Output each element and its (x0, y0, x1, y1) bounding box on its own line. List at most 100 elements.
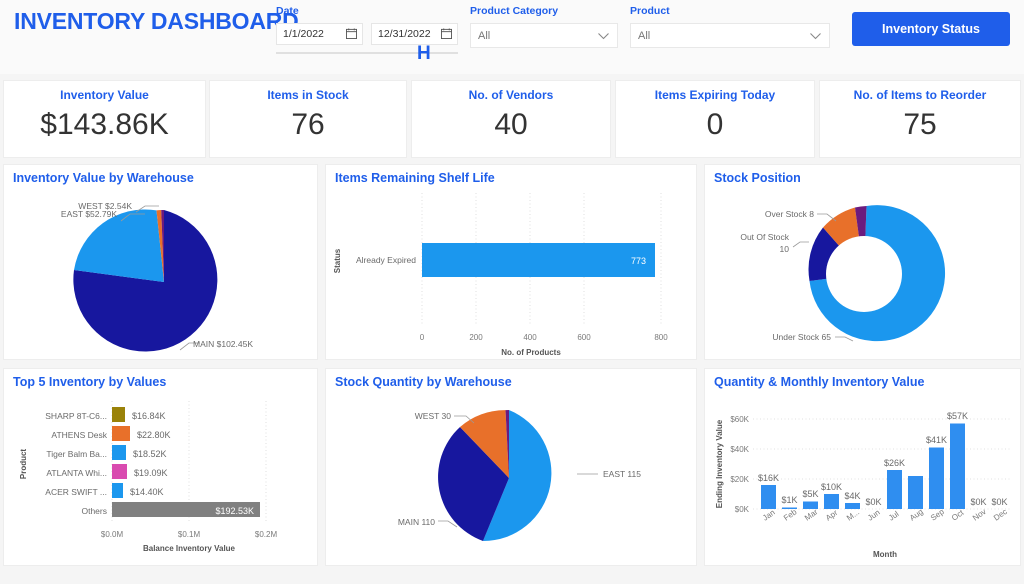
kpi-value: $143.86K (40, 108, 169, 141)
bar-chart-quantity-monthly-inventory-value[interactable]: $0K $20K $40K $60K Ending Inventory Valu… (705, 369, 1022, 567)
product-select[interactable]: All (630, 23, 830, 48)
date-range-slider-handles[interactable]: H (417, 44, 431, 63)
product-category-select[interactable]: All (470, 23, 618, 48)
donut-label-out-of-stock-line2: 10 (780, 244, 790, 254)
kpi-card-items-in-stock[interactable]: Items in Stock 76 (209, 80, 407, 158)
date-range-slider-track[interactable] (276, 52, 458, 54)
bar-chart-items-remaining-shelf-life[interactable]: 773 Already Expired Status 0 200 400 600… (326, 165, 698, 361)
product-filter: Product All (630, 5, 830, 48)
date-filter-label: Date (276, 5, 299, 17)
kpi-card-inventory-value[interactable]: Inventory Value $143.86K (3, 80, 206, 158)
x-tick-0.1M: $0.1M (178, 530, 201, 539)
bar-category-label: SHARP 8T-C6... (45, 411, 107, 421)
donut-label-out-of-stock-line1: Out Of Stock (740, 232, 789, 242)
bar-mar[interactable] (803, 501, 818, 510)
panel-title: Inventory Value by Warehouse (13, 171, 194, 185)
product-category-label: Product Category (470, 5, 559, 17)
pie-label-west: WEST 30 (415, 411, 451, 421)
date-filter: Date 1/1/2022 12/31/2022 (276, 5, 458, 45)
bar-already-expired[interactable] (422, 243, 655, 277)
bar-data-label: $16K (758, 473, 779, 483)
bar-tiger-balm[interactable] (112, 445, 126, 460)
x-tick-jul: Jul (887, 509, 901, 522)
bar-athens[interactable] (112, 426, 130, 441)
product-category-value: All (478, 29, 491, 42)
bar-atlanta[interactable] (112, 464, 127, 479)
panel-top5-inventory-by-values[interactable]: Top 5 Inventory by Values $16.84K $22.80… (3, 368, 318, 566)
bar-data-label: $4K (844, 491, 860, 501)
bar-data-label: 773 (631, 256, 646, 266)
kpi-title: No. of Items to Reorder (853, 88, 987, 102)
y-tick-0: $0K (735, 505, 750, 514)
x-tick-jun: Jun (866, 508, 882, 523)
panel-stock-position[interactable]: Stock Position Over Stock 8 Out Of Stock (704, 164, 1021, 360)
bar-sharp[interactable] (112, 407, 125, 422)
bar-aug[interactable] (908, 476, 923, 509)
pie-slice-east[interactable] (74, 209, 164, 282)
kpi-card-items-expiring-today[interactable]: Items Expiring Today 0 (615, 80, 815, 158)
bar-feb[interactable] (782, 507, 797, 510)
x-axis-title: Balance Inventory Value (143, 544, 236, 553)
x-tick-aug: Aug (908, 507, 925, 523)
bar-chart-top5-inventory-by-values[interactable]: $16.84K $22.80K $18.52K $19.09K $14.40K … (4, 369, 319, 567)
panel-items-remaining-shelf-life[interactable]: Items Remaining Shelf Life 773 Already E… (325, 164, 697, 360)
bar-oct[interactable] (950, 423, 965, 510)
chevron-down-icon (598, 33, 609, 40)
kpi-card-row: Inventory Value $143.86K Items in Stock … (0, 80, 1024, 158)
panel-title: Quantity & Monthly Inventory Value (714, 375, 925, 389)
bar-jan[interactable] (761, 485, 776, 509)
bar-data-label: $192.53K (215, 506, 254, 516)
x-tick-600: 600 (577, 333, 591, 342)
donut-label-over-stock: Over Stock 8 (765, 209, 814, 219)
kpi-card-no-of-vendors[interactable]: No. of Vendors 40 (411, 80, 611, 158)
pie-chart-stock-quantity-by-warehouse[interactable]: WEST 30 EAST 115 MAIN 110 (326, 369, 698, 567)
inventory-status-button[interactable]: Inventory Status (852, 12, 1010, 46)
bar-category-label: ATLANTA Whi... (46, 468, 107, 478)
x-tick-800: 800 (654, 333, 668, 342)
pie-label-main: MAIN $102.45K (193, 339, 253, 349)
calendar-icon (346, 28, 357, 39)
date-end-input[interactable]: 12/31/2022 (371, 23, 458, 45)
x-tick-oct: Oct (950, 508, 966, 523)
kpi-value: 0 (706, 108, 724, 141)
x-tick-mar: Mar (803, 507, 820, 522)
x-tick-may: M... (845, 508, 861, 523)
x-axis-title: Month (873, 550, 897, 559)
pie-slices (438, 410, 552, 542)
page-title: INVENTORY DASHBOARD (14, 8, 299, 34)
y-tick-40k: $40K (730, 445, 749, 454)
bar-jul[interactable] (887, 470, 902, 509)
kpi-value: 75 (903, 108, 937, 141)
bar-data-label: $0K (865, 497, 881, 507)
kpi-title: Items Expiring Today (654, 88, 776, 102)
panel-title: Stock Position (714, 171, 801, 185)
pie-chart-inventory-value-by-warehouse[interactable]: WEST $2.54K EAST $52.79K MAIN $102.45K (4, 165, 319, 361)
y-tick-20k: $20K (730, 475, 749, 484)
kpi-value: 40 (494, 108, 528, 141)
donut-chart-stock-position[interactable]: Over Stock 8 Out Of Stock 10 Under Stock… (705, 165, 1022, 361)
bar-sep[interactable] (929, 447, 944, 510)
x-tick-0.2M: $0.2M (255, 530, 278, 539)
panel-stock-quantity-by-warehouse[interactable]: Stock Quantity by Warehouse WEST 30 EAST… (325, 368, 697, 566)
pie-label-east: EAST 115 (603, 469, 641, 479)
panel-title: Items Remaining Shelf Life (335, 171, 495, 185)
bar-data-label: $57K (947, 411, 968, 421)
y-tick-60k: $60K (730, 415, 749, 424)
kpi-title: Inventory Value (60, 88, 149, 102)
bar-acer-swift[interactable] (112, 483, 123, 498)
date-start-input[interactable]: 1/1/2022 (276, 23, 363, 45)
bar-may[interactable] (845, 503, 860, 509)
bar-data-label: $19.09K (134, 468, 168, 478)
dashboard-header: INVENTORY DASHBOARD Date 1/1/2022 12/31/… (0, 0, 1024, 74)
bar-data-label: $10K (821, 482, 842, 492)
bar-data-label: $41K (926, 435, 947, 445)
bar-data-label: $0K (991, 497, 1007, 507)
x-tick-0: $0.0M (101, 530, 124, 539)
bar-apr[interactable] (824, 494, 839, 509)
kpi-card-no-of-items-to-reorder[interactable]: No. of Items to Reorder 75 (819, 80, 1021, 158)
kpi-title: Items in Stock (267, 88, 349, 102)
bar-category-label: ACER SWIFT ... (45, 487, 107, 497)
product-label: Product (630, 5, 670, 17)
panel-inventory-value-by-warehouse[interactable]: Inventory Value by Warehouse WEST $2.54K… (3, 164, 318, 360)
panel-quantity-monthly-inventory-value[interactable]: Quantity & Monthly Inventory Value $0K $… (704, 368, 1021, 566)
